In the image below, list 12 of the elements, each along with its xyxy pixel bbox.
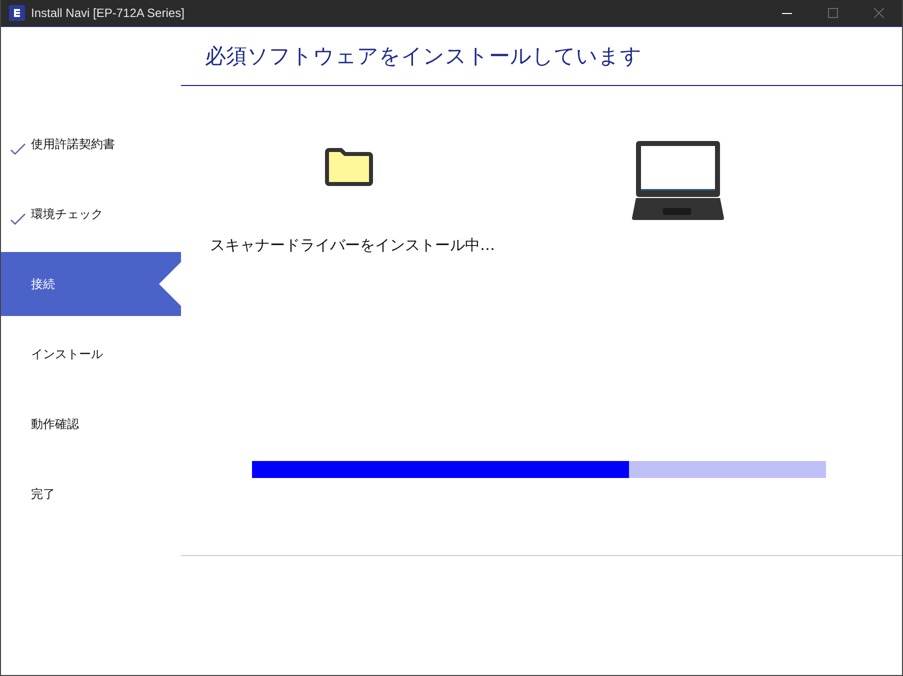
step-item: 接続 xyxy=(1,252,181,316)
laptop-icon xyxy=(632,141,724,220)
step-item: 動作確認 xyxy=(30,416,80,432)
page-heading: 必須ソフトウェアをインストールしています xyxy=(181,27,902,86)
step-item: 環境チェック xyxy=(1,182,181,246)
status-text: スキャナードライバーをインストール中… xyxy=(209,236,496,256)
step-item: 完了 xyxy=(30,486,56,502)
folder-icon xyxy=(325,148,373,186)
app-icon xyxy=(9,5,25,21)
step-item: インストール xyxy=(30,346,104,362)
step-item: 使用許諾契約書 xyxy=(1,112,181,176)
window-title: Install Navi [EP-712A Series] xyxy=(31,6,184,20)
